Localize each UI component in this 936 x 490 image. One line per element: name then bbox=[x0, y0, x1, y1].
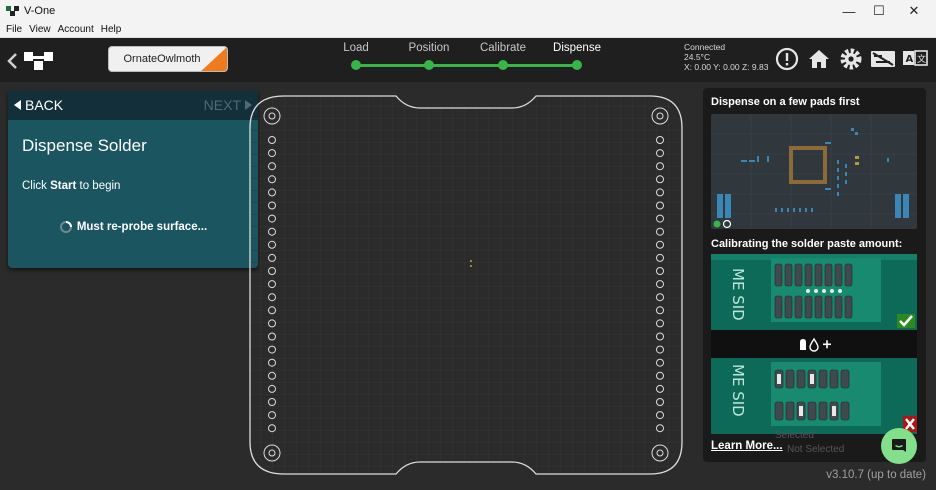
finger-drop-plus-icon bbox=[800, 337, 831, 352]
window-title: V-One bbox=[24, 5, 56, 17]
instruction-prefix: Click bbox=[22, 180, 51, 192]
learn-more-link[interactable]: Learn More... bbox=[711, 440, 783, 452]
step-calibrate-label: Calibrate bbox=[479, 42, 527, 54]
menu-bar: File View Account Help bbox=[0, 22, 936, 38]
device-accent bbox=[199, 47, 227, 71]
minimize-button[interactable]: — bbox=[832, 0, 866, 22]
svg-text:ME SID: ME SID bbox=[729, 268, 747, 321]
back-button[interactable]: BACK bbox=[14, 97, 63, 113]
instruction-bold: Start bbox=[50, 180, 77, 192]
pcb-preview-image bbox=[711, 114, 917, 229]
bed-outline bbox=[249, 95, 683, 475]
next-label: NEXT bbox=[203, 97, 241, 113]
workflow-stepper: Load Position Calibrate Dispense bbox=[330, 38, 620, 82]
toolbar-icons: A文 bbox=[774, 46, 928, 72]
spinner-icon bbox=[59, 221, 72, 233]
alert-icon[interactable] bbox=[774, 46, 800, 72]
step-dispense-label: Dispense bbox=[553, 42, 601, 54]
help-heading-1: Dispense on a few pads first bbox=[711, 96, 860, 108]
version-status: v3.10.7 (up to date) bbox=[826, 469, 926, 481]
settings-icon[interactable] bbox=[838, 46, 864, 72]
instruction-panel: BACK NEXT Dispense Solder Click Start to… bbox=[8, 90, 258, 268]
app-logo-icon bbox=[6, 6, 19, 16]
start-instruction: Click Start to begin bbox=[22, 180, 258, 192]
step-position-label: Position bbox=[408, 42, 450, 54]
menu-account[interactable]: Account bbox=[58, 24, 94, 35]
device-name-button[interactable]: OrnateOwlmoth bbox=[108, 46, 228, 72]
bad-paste-example-image: ME SID bbox=[711, 358, 917, 434]
chat-icon bbox=[892, 439, 906, 452]
menu-help[interactable]: Help bbox=[101, 24, 122, 35]
menu-view[interactable]: View bbox=[29, 24, 51, 35]
device-name-label: OrnateOwlmoth bbox=[123, 53, 201, 65]
panel-title: Dispense Solder bbox=[22, 136, 147, 155]
instruction-suffix: to begin bbox=[76, 180, 121, 192]
help-heading-2: Calibrating the solder paste amount: bbox=[711, 238, 903, 250]
legend-not-selected: Not Selected bbox=[787, 444, 845, 455]
connection-status: Connected bbox=[684, 42, 726, 52]
step-position-dot bbox=[424, 60, 434, 70]
stepper-line bbox=[356, 64, 576, 67]
menu-file[interactable]: File bbox=[6, 24, 22, 35]
svg-text:文: 文 bbox=[917, 53, 926, 65]
svg-text:ME SID: ME SID bbox=[729, 364, 747, 417]
keyboard-icon[interactable] bbox=[870, 46, 896, 72]
help-panel: Dispense on a few pads first Calibrating… bbox=[703, 88, 926, 462]
good-paste-example-image: ME SID bbox=[711, 254, 917, 330]
step-calibrate[interactable]: Calibrate bbox=[468, 42, 538, 70]
step-position[interactable]: Position bbox=[394, 42, 464, 70]
home-icon[interactable] bbox=[806, 46, 832, 72]
step-load-label: Load bbox=[343, 42, 369, 54]
carousel-dot-active bbox=[713, 220, 721, 228]
step-calibrate-dot bbox=[498, 60, 508, 70]
temperature-readout: 24.5°C bbox=[684, 52, 711, 62]
svg-text:A: A bbox=[906, 54, 914, 65]
panel-nav: BACK NEXT bbox=[8, 90, 258, 120]
voltera-logo-icon bbox=[24, 52, 53, 70]
reprobe-text: Must re-probe surface... bbox=[76, 221, 208, 233]
step-load[interactable]: Load bbox=[321, 42, 391, 70]
back-triangle-icon bbox=[14, 100, 21, 110]
title-bar: V-One — ☐ ✕ bbox=[0, 0, 936, 22]
reprobe-status: Must re-probe surface... bbox=[8, 220, 258, 234]
language-icon[interactable]: A文 bbox=[902, 46, 928, 72]
close-button[interactable]: ✕ bbox=[897, 0, 931, 22]
paste-amount-controls bbox=[711, 330, 917, 358]
next-button[interactable]: NEXT bbox=[204, 97, 252, 113]
back-label: BACK bbox=[25, 97, 64, 113]
top-toolbar: OrnateOwlmoth Load Position Calibrate Di… bbox=[0, 38, 936, 82]
printer-status: Connected 24.5°C X: 0.00 Y: 0.00 Z: 9.83 bbox=[684, 42, 768, 72]
support-chat-button[interactable] bbox=[881, 428, 917, 464]
chevron-left-icon[interactable] bbox=[6, 52, 18, 70]
step-dispense[interactable]: Dispense bbox=[542, 42, 612, 70]
maximize-button[interactable]: ☐ bbox=[862, 0, 896, 22]
coordinate-readout: X: 0.00 Y: 0.00 Z: 9.83 bbox=[684, 62, 769, 72]
step-dispense-dot bbox=[572, 60, 582, 70]
print-bed-view[interactable] bbox=[248, 94, 684, 476]
step-load-dot bbox=[351, 60, 361, 70]
